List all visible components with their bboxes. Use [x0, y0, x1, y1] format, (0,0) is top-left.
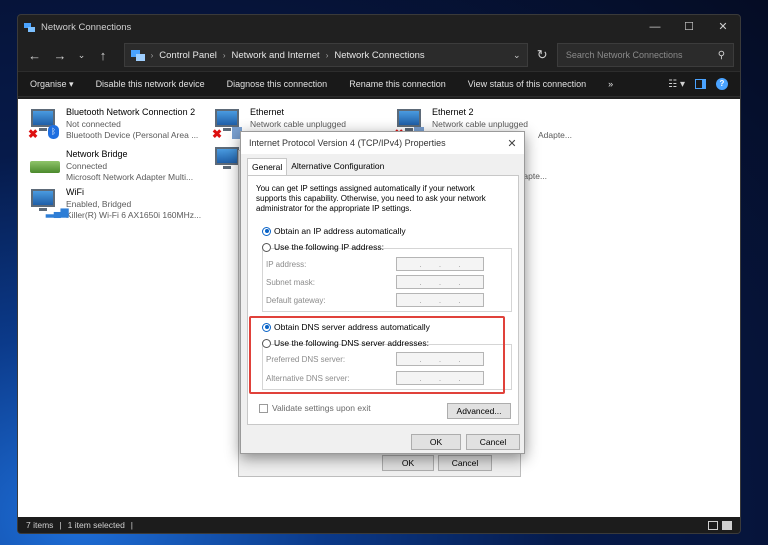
bluetooth-network-icon: ✖ ᛒ	[28, 107, 62, 141]
dialog-title: Internet Protocol Version 4 (TCP/IPv4) P…	[249, 138, 446, 148]
connection-name: Bluetooth Network Connection 2	[66, 107, 196, 117]
subnet-mask-field[interactable]: ...	[396, 275, 484, 289]
title-bar: Network Connections — ☐ ✕	[18, 15, 740, 39]
wifi-network-icon: ▂▄▆	[28, 187, 68, 221]
back-arrow-icon[interactable]: ←	[24, 44, 45, 66]
radio-selected-icon[interactable]	[262, 226, 271, 236]
intro-text: You can get IP settings assigned automat…	[256, 184, 486, 213]
disconnected-x-icon: ✖	[28, 127, 39, 141]
breadcrumb-chevron-icon[interactable]: ›	[223, 51, 226, 60]
ok-button[interactable]: OK	[411, 434, 461, 450]
cancel-button[interactable]: Cancel	[466, 434, 520, 450]
list-item[interactable]: Network Bridge Connected Microsoft Netwo…	[28, 149, 206, 184]
use-ip-radio[interactable]: Use the following IP address:	[262, 242, 384, 252]
disconnected-x-icon: ✖	[212, 127, 223, 141]
breadcrumb-chevron-icon[interactable]: ›	[151, 51, 154, 60]
view-status-button[interactable]: View status of this connection	[468, 79, 586, 89]
dialog-title-bar: Internet Protocol Version 4 (TCP/IPv4) P…	[241, 132, 524, 154]
connection-device: Bluetooth Device (Personal Area ...	[66, 130, 199, 140]
window-title: Network Connections	[41, 21, 132, 33]
radio-unselected-icon[interactable]	[262, 242, 271, 252]
bluetooth-icon: ᛒ	[48, 125, 59, 139]
command-bar: Organise ▾ Disable this network device D…	[18, 71, 740, 97]
close-icon[interactable]: ✕	[706, 15, 740, 39]
dialog-tabs: General Alternative Configuration	[247, 158, 388, 175]
checkbox-icon[interactable]	[259, 403, 268, 413]
validate-settings-checkbox[interactable]: Validate settings upon exit	[259, 403, 371, 413]
item-count: 7 items	[26, 520, 54, 530]
status-bar: 7 items | 1 item selected |	[18, 517, 740, 533]
rename-button[interactable]: Rename this connection	[349, 79, 446, 89]
network-bridge-icon	[28, 149, 62, 183]
change-view-icon[interactable]: ☷ ▾	[668, 79, 685, 90]
connection-device: Microsoft Network Adapter Multi...	[66, 172, 194, 182]
search-input[interactable]: Search Network Connections	[566, 50, 718, 60]
connection-status: Not connected	[66, 118, 121, 129]
ip-address-field[interactable]: ...	[396, 257, 484, 271]
dns-highlight-box	[249, 316, 505, 394]
validate-settings-label: Validate settings upon exit	[272, 403, 371, 413]
breadcrumb-chevron-icon[interactable]: ›	[326, 51, 329, 60]
ipv4-properties-dialog: Internet Protocol Version 4 (TCP/IPv4) P…	[240, 131, 525, 454]
obtain-ip-radio[interactable]: Obtain an IP address automatically	[262, 226, 406, 236]
connection-name: Ethernet	[250, 107, 285, 117]
signal-bars-icon: ▂▄▆	[46, 207, 69, 218]
maximize-icon[interactable]: ☐	[672, 15, 706, 39]
forward-arrow-icon[interactable]: →	[49, 44, 70, 66]
connection-name: Network Bridge	[66, 149, 128, 159]
connection-status: Connected	[66, 160, 108, 171]
large-icons-view-icon[interactable]	[722, 520, 732, 530]
status-separator: |	[59, 520, 62, 530]
connection-status: Network cable unplugged	[250, 118, 346, 129]
connection-name: WiFi	[66, 187, 84, 197]
search-box[interactable]: Search Network Connections ⚲	[556, 43, 735, 67]
list-item[interactable]: ✖ ᛒ Bluetooth Network Connection 2 Not c…	[28, 107, 206, 142]
status-separator: |	[130, 520, 134, 530]
refresh-icon[interactable]: ↻	[532, 44, 553, 66]
breadcrumb-network-connections[interactable]: Network Connections	[334, 50, 424, 61]
up-arrow-icon[interactable]: ↑	[92, 44, 113, 66]
preview-pane-icon[interactable]	[695, 79, 706, 89]
search-icon: ⚲	[717, 49, 726, 61]
minimize-icon[interactable]: —	[638, 15, 672, 39]
cancel-button[interactable]: Cancel	[438, 455, 492, 471]
obtain-ip-label: Obtain an IP address automatically	[274, 226, 406, 236]
close-icon[interactable]: ✕	[500, 137, 524, 150]
connection-name: Ethernet 2	[432, 107, 474, 117]
network-connections-icon	[24, 22, 35, 32]
list-item[interactable]: ▂▄▆ WiFi Enabled, Bridged Killer(R) Wi-F…	[28, 187, 206, 222]
tab-general[interactable]: General	[247, 158, 288, 175]
breadcrumb-network-and-internet[interactable]: Network and Internet	[232, 50, 320, 61]
organise-button[interactable]: Organise ▾	[30, 79, 74, 90]
address-bar[interactable]: › Control Panel › Network and Internet ›…	[123, 43, 528, 67]
ip-address-label: IP address:	[266, 260, 307, 269]
address-dropdown-icon[interactable]: ⌄	[513, 50, 521, 61]
help-icon[interactable]: ?	[716, 78, 728, 90]
tab-alternative-configuration[interactable]: Alternative Configuration	[287, 158, 388, 175]
selected-count: 1 item selected	[67, 520, 125, 530]
connection-status: Network cable unplugged	[432, 118, 528, 129]
more-commands-button[interactable]: »	[608, 79, 613, 89]
recent-locations-chevron-icon[interactable]: ⌄	[75, 44, 89, 66]
use-ip-label: Use the following IP address:	[274, 242, 384, 252]
breadcrumb-control-panel[interactable]: Control Panel	[159, 50, 217, 61]
default-gateway-field[interactable]: ...	[396, 293, 484, 307]
connection-device: Killer(R) Wi-Fi 6 AX1650i 160MHz...	[66, 210, 202, 220]
default-gateway-label: Default gateway:	[266, 296, 326, 305]
navigation-bar: ← → ⌄ ↑ › Control Panel › Network and In…	[18, 39, 740, 71]
connection-status: Enabled, Bridged	[66, 198, 132, 209]
details-view-icon[interactable]	[708, 520, 718, 530]
advanced-button[interactable]: Advanced...	[447, 403, 511, 419]
subnet-mask-label: Subnet mask:	[266, 278, 315, 287]
control-panel-icon	[130, 49, 145, 61]
disable-device-button[interactable]: Disable this network device	[96, 79, 205, 89]
ok-button[interactable]: OK	[382, 455, 434, 471]
diagnose-button[interactable]: Diagnose this connection	[227, 79, 328, 89]
